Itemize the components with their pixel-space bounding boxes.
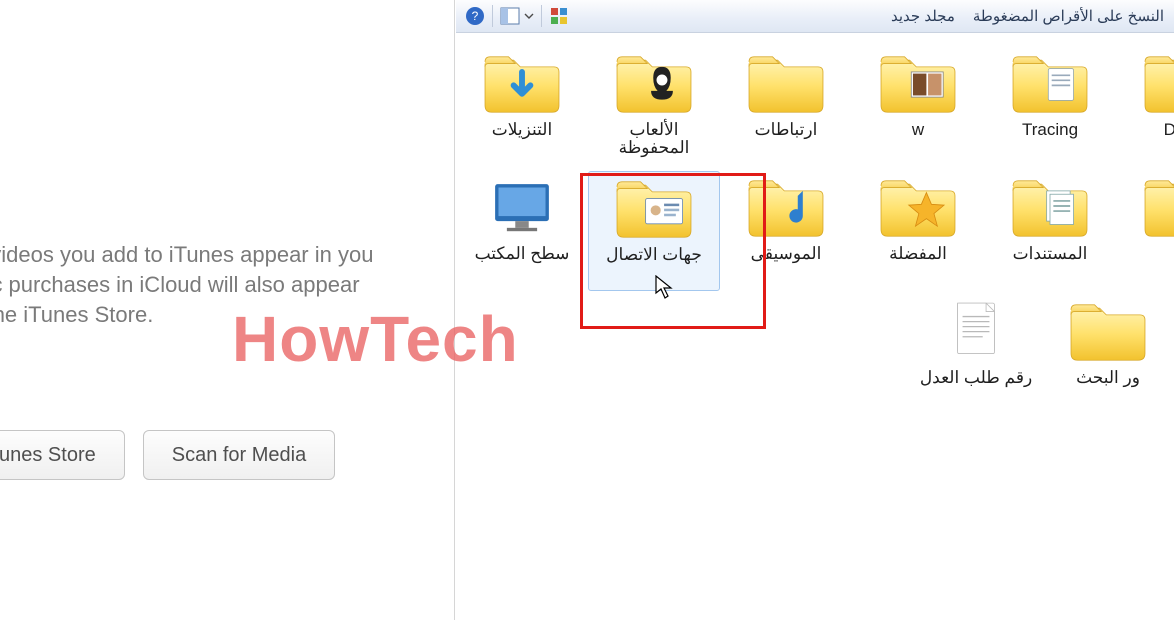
folder-label: التنزيلات [492,121,552,139]
folder-label: الألعاب المحفوظة [594,121,714,157]
folder-label: w [912,121,924,139]
folder-cut[interactable] [1116,171,1174,291]
folder-contacts[interactable]: جهات الاتصال [588,171,720,291]
explorer-body[interactable]: التنزيلات الألعاب المحفوظة ارتباطات w Tracin… [456,33,1174,620]
folder-label: Drop [1164,121,1174,139]
view-options-icon[interactable] [548,5,570,27]
folder-label: المستندات [1013,245,1088,263]
folder-w[interactable]: w [852,47,984,167]
folder-tracing[interactable]: Tracing [984,47,1116,167]
folder-label: جهات الاتصال [606,246,702,264]
folder-games[interactable]: الألعاب المحفوظة [588,47,720,167]
scan-for-media-button[interactable]: Scan for Media [143,430,336,480]
folder-desktop[interactable]: سطح المكتب [456,171,588,291]
folder-drop[interactable]: Drop [1116,47,1174,167]
folder-label: Tracing [1022,121,1078,139]
folder-music[interactable]: الموسيقى [720,171,852,291]
folder-label: المفضلة [889,245,947,263]
toolbar-burn-disc[interactable]: النسخ على الأقراص المضغوطة [973,7,1164,25]
folder-label: سطح المكتب [475,245,570,263]
chevron-down-icon[interactable] [523,5,535,27]
explorer-toolbar: ? [456,0,1174,33]
folder-documents[interactable]: المستندات [984,171,1116,291]
folder-label: ور البحث [1076,369,1140,387]
itunes-body-text: usic videos you add to iTunes appear in … [0,240,455,330]
folder-downloads[interactable]: التنزيلات [456,47,588,167]
folder-label: ارتباطات [755,121,818,139]
folder-favorites[interactable]: المفضلة [852,171,984,291]
itunes-panel: ic usic videos you add to iTunes appear … [0,0,455,620]
folder-search[interactable]: ور البحث [1042,295,1174,415]
itunes-store-button[interactable]: unes Store [0,430,125,480]
folder-label: الموسيقى [751,245,822,263]
folder-justice-request-number[interactable]: رقم طلب العدل [910,295,1042,415]
svg-text:?: ? [472,9,479,23]
folder-links[interactable]: ارتباطات [720,47,852,167]
explorer-window: ? [456,0,1174,620]
help-icon[interactable]: ? [464,5,486,27]
toolbar-new-folder[interactable]: مجلد جديد [891,7,955,25]
preview-pane-icon[interactable] [499,5,521,27]
folder-label: رقم طلب العدل [920,369,1032,387]
